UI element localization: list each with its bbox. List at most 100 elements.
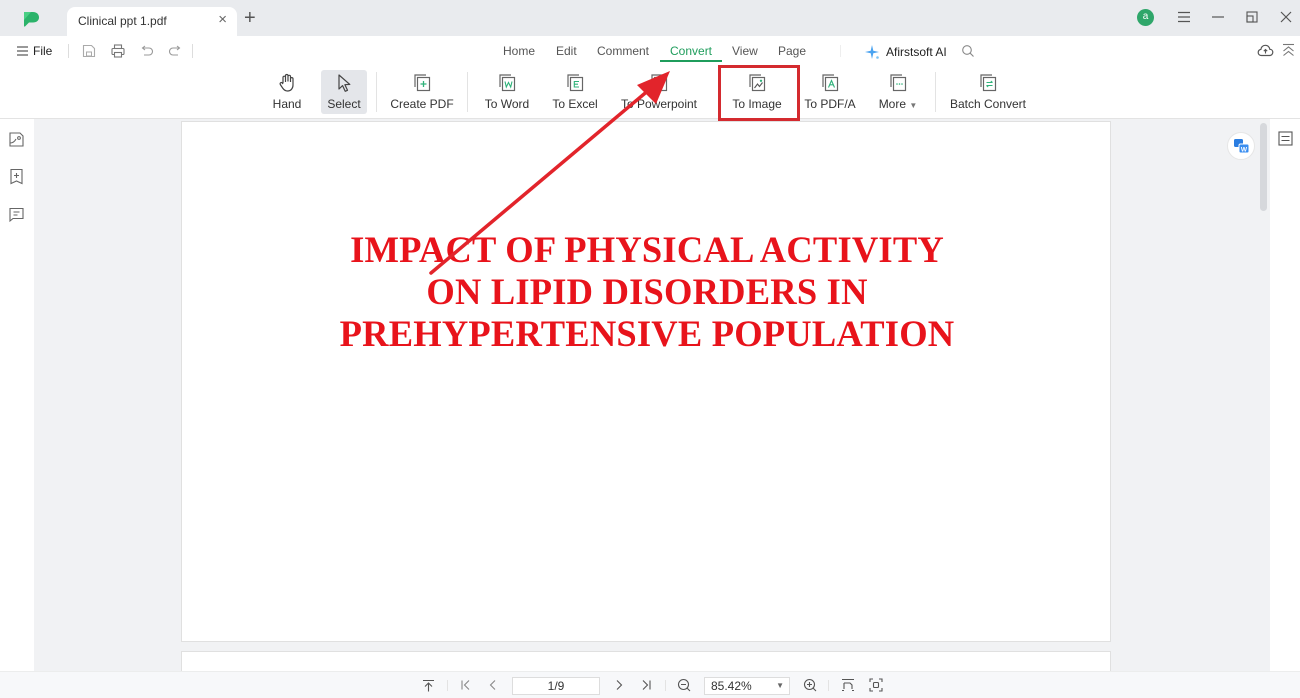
next-page-button[interactable] [611,677,627,693]
chevron-left-icon [489,680,496,690]
minimize-button[interactable] [1206,6,1230,28]
document-tab[interactable]: Clinical ppt 1.pdf × [67,7,237,36]
tab-view[interactable]: View [732,44,758,58]
hamburger-icon [1178,11,1190,23]
collapse-ribbon-icon[interactable] [1282,43,1295,57]
zoom-in-button[interactable] [802,677,818,693]
thumbnail-panel-icon[interactable] [8,131,25,148]
restore-icon [1246,11,1258,23]
redo-icon[interactable] [167,43,183,59]
tab-home[interactable]: Home [503,44,535,58]
to-pdfa-button[interactable]: To PDF/A [801,70,859,114]
first-page-icon [461,680,470,690]
fit-width-button[interactable] [840,677,856,693]
bookmark-panel-icon[interactable] [8,168,25,185]
vertical-scrollbar[interactable] [1260,123,1267,211]
convert-toolbar: Hand Select Create PDF To Word To Excel … [0,66,1300,119]
toolbar-divider [467,72,468,112]
sparkle-icon [865,45,879,59]
fit-page-button[interactable] [868,677,884,693]
fit-page-icon [869,678,883,692]
new-tab-button[interactable]: + [244,7,256,30]
ai-assistant-button[interactable]: Afirstsoft AI [864,44,947,60]
more-label: More ▼ [879,97,918,111]
document-title-line: IMPACT OF PHYSICAL ACTIVITY [350,229,944,270]
active-tab-indicator [660,60,722,62]
search-icon[interactable] [961,44,975,58]
close-tab-icon[interactable]: × [218,11,227,28]
minimize-icon [1212,16,1224,18]
cursor-icon [338,74,351,92]
zoom-out-button[interactable] [676,677,692,693]
hamburger-icon [17,46,28,56]
divider [192,44,193,58]
divider [665,680,666,691]
last-page-button[interactable] [638,677,654,693]
tab-comment[interactable]: Comment [597,44,649,58]
close-window-button[interactable] [1274,6,1298,28]
previous-page-button[interactable] [485,677,501,693]
word-icon [499,74,516,92]
fit-width-icon [842,678,854,692]
zoom-level-select[interactable]: 85.42% ▼ [704,677,790,695]
create-pdf-button[interactable]: Create PDF [388,70,456,114]
undo-icon[interactable] [139,43,155,59]
to-excel-button[interactable]: To Excel [547,70,603,114]
divider [840,45,841,57]
divider [447,680,448,691]
select-tool-button[interactable]: Select [321,70,367,114]
document-title: IMPACT OF PHYSICAL ACTIVITY ON LIPID DIS… [182,229,1112,355]
zoom-out-icon [677,678,691,692]
restore-button[interactable] [1240,6,1264,28]
batch-convert-icon [980,74,997,92]
more-label-text: More [878,97,907,111]
properties-panel-icon[interactable] [1278,131,1293,146]
document-title-line: ON LIPID DISORDERS IN [426,271,868,312]
print-icon[interactable] [110,43,126,59]
cloud-upload-icon[interactable] [1257,43,1274,58]
toolbar-divider [935,72,936,112]
tab-edit[interactable]: Edit [556,44,577,58]
hand-label: Hand [272,97,302,111]
to-word-label: To Word [484,97,530,111]
to-powerpoint-label: To Powerpoint [620,97,698,111]
comment-panel-icon[interactable] [8,206,25,223]
divider [828,680,829,691]
file-menu-button[interactable]: File [17,44,52,58]
translate-icon: W [1234,139,1250,154]
zoom-level-value: 85.42% [711,679,752,693]
to-image-highlight-box [718,65,800,121]
page-number-input[interactable]: 1/9 [512,677,600,695]
divider [68,44,69,58]
select-label: Select [327,97,361,111]
more-button[interactable]: More ▼ [871,70,925,114]
tab-convert[interactable]: Convert [670,44,712,58]
to-pdfa-label: To PDF/A [804,97,856,111]
ai-label: Afirstsoft AI [886,45,947,59]
chevron-down-icon: ▼ [776,681,784,690]
user-avatar[interactable]: a [1137,9,1154,26]
pdf-page-2 [181,651,1111,671]
create-pdf-label: Create PDF [390,97,454,111]
to-word-button[interactable]: To Word [479,70,535,114]
toolbar-divider [376,72,377,112]
zoom-in-icon [803,678,817,692]
save-icon[interactable] [81,43,97,59]
menu-bar: File Home Edit Comment Convert View Page… [0,36,1300,66]
chevron-down-icon: ▼ [909,101,918,110]
file-label: File [33,44,53,58]
tab-page[interactable]: Page [778,44,806,58]
first-page-button[interactable] [458,677,474,693]
powerpoint-icon [651,74,668,92]
status-bar: 1/9 85.42% ▼ [0,671,1300,698]
title-bar: Clinical ppt 1.pdf × + a [0,0,1300,36]
go-top-button[interactable] [420,677,436,693]
hand-tool-button[interactable]: Hand [266,70,308,114]
menu-button[interactable] [1172,6,1196,28]
translate-button[interactable]: W [1227,132,1255,160]
excel-icon [567,74,584,92]
pdf-page-1: IMPACT OF PHYSICAL ACTIVITY ON LIPID DIS… [181,121,1111,642]
batch-convert-button[interactable]: Batch Convert [947,70,1029,114]
right-sidebar [1270,119,1300,671]
to-powerpoint-button[interactable]: To Powerpoint [616,70,702,114]
